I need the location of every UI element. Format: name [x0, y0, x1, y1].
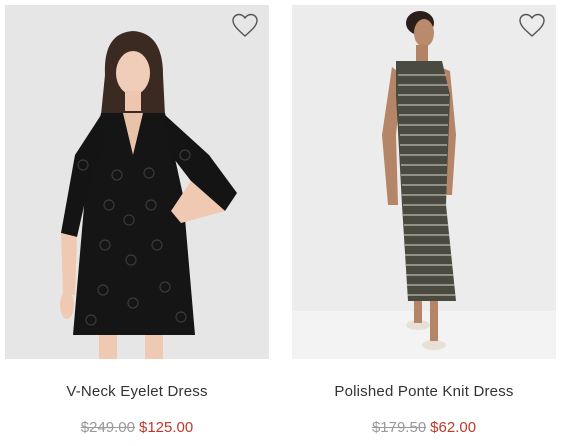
price: $249.00 $125.00 — [5, 419, 269, 436]
product-card[interactable] — [292, 5, 556, 359]
original-price: $179.50 — [371, 419, 427, 436]
product-name[interactable]: V-Neck Eyelet Dress — [5, 383, 269, 400]
model-in-striped-knit-dress — [292, 5, 556, 359]
sale-price: $62.00 — [430, 419, 477, 436]
product-image[interactable] — [292, 5, 556, 359]
heart-icon[interactable] — [231, 13, 259, 39]
model-in-black-eyelet-dress — [5, 5, 269, 359]
product-name[interactable]: Polished Ponte Knit Dress — [292, 383, 556, 400]
product-image[interactable] — [5, 5, 269, 359]
original-price: $249.00 — [80, 419, 135, 436]
product-card[interactable] — [5, 5, 269, 359]
heart-icon[interactable] — [518, 13, 546, 39]
price: $179.50 $62.00 — [292, 419, 556, 436]
sale-price: $125.00 — [139, 419, 194, 436]
